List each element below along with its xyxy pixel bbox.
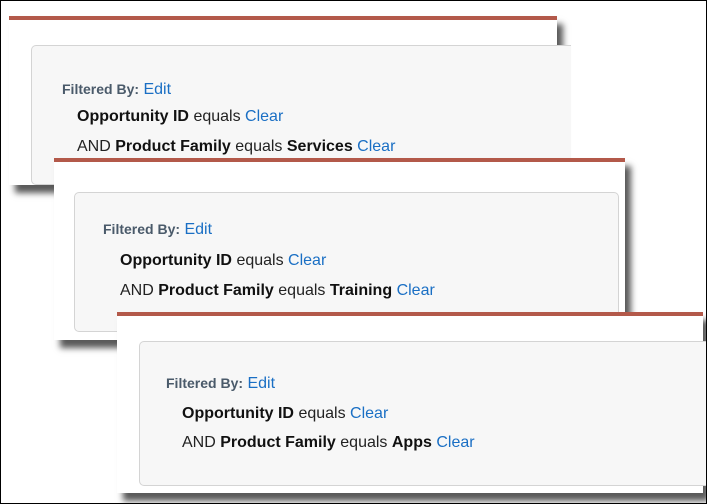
field-name: Product Family bbox=[115, 138, 231, 155]
filter-condition-row: Opportunity ID equals Clear bbox=[182, 405, 388, 423]
edit-filter-link[interactable]: Edit bbox=[184, 221, 212, 238]
field-name: Opportunity ID bbox=[77, 108, 189, 125]
clear-filter-link[interactable]: Clear bbox=[288, 252, 326, 269]
filter-panel-apps: Filtered By: Edit Opportunity ID equals … bbox=[117, 312, 706, 493]
field-name: Product Family bbox=[220, 434, 336, 451]
operator-text: equals bbox=[340, 434, 388, 451]
filtered-by-row: Filtered By: Edit bbox=[166, 375, 275, 393]
filtered-by-row: Filtered By: Edit bbox=[62, 81, 171, 99]
filter-value: Apps bbox=[391, 434, 432, 451]
filtered-by-label: Filtered By: bbox=[103, 221, 181, 237]
filtered-by-label: Filtered By: bbox=[62, 81, 140, 97]
operator-text: equals bbox=[236, 252, 284, 269]
filter-condition-row: AND Product Family equals Services Clear bbox=[77, 138, 395, 156]
filter-condition-row: AND Product Family equals Training Clear bbox=[120, 282, 435, 300]
operator-text: equals bbox=[278, 282, 326, 299]
field-name: Product Family bbox=[158, 282, 274, 299]
clear-filter-link[interactable]: Clear bbox=[436, 434, 474, 451]
screenshot-frame: Filtered By: Edit Opportunity ID equals … bbox=[0, 0, 707, 504]
filter-box: Filtered By: Edit Opportunity ID equals … bbox=[74, 192, 619, 332]
logic-operator: AND bbox=[77, 138, 111, 155]
operator-text: equals bbox=[298, 405, 346, 422]
logic-operator: AND bbox=[120, 282, 154, 299]
logic-operator: AND bbox=[182, 434, 216, 451]
operator-text: equals bbox=[235, 138, 283, 155]
filter-value: Services bbox=[286, 138, 353, 155]
filter-value: Training bbox=[329, 282, 393, 299]
clear-filter-link[interactable]: Clear bbox=[245, 108, 283, 125]
filtered-by-label: Filtered By: bbox=[166, 375, 244, 391]
filter-box: Filtered By: Edit Opportunity ID equals … bbox=[139, 341, 706, 486]
field-name: Opportunity ID bbox=[120, 252, 232, 269]
edit-filter-link[interactable]: Edit bbox=[247, 375, 275, 392]
edit-filter-link[interactable]: Edit bbox=[143, 81, 171, 98]
clear-filter-link[interactable]: Clear bbox=[357, 138, 395, 155]
filter-condition-row: Opportunity ID equals Clear bbox=[120, 252, 326, 270]
filter-condition-row: AND Product Family equals Apps Clear bbox=[182, 434, 475, 452]
clear-filter-link[interactable]: Clear bbox=[397, 282, 435, 299]
field-name: Opportunity ID bbox=[182, 405, 294, 422]
filter-condition-row: Opportunity ID equals Clear bbox=[77, 108, 283, 126]
clear-filter-link[interactable]: Clear bbox=[350, 405, 388, 422]
operator-text: equals bbox=[193, 108, 241, 125]
filtered-by-row: Filtered By: Edit bbox=[103, 221, 212, 239]
